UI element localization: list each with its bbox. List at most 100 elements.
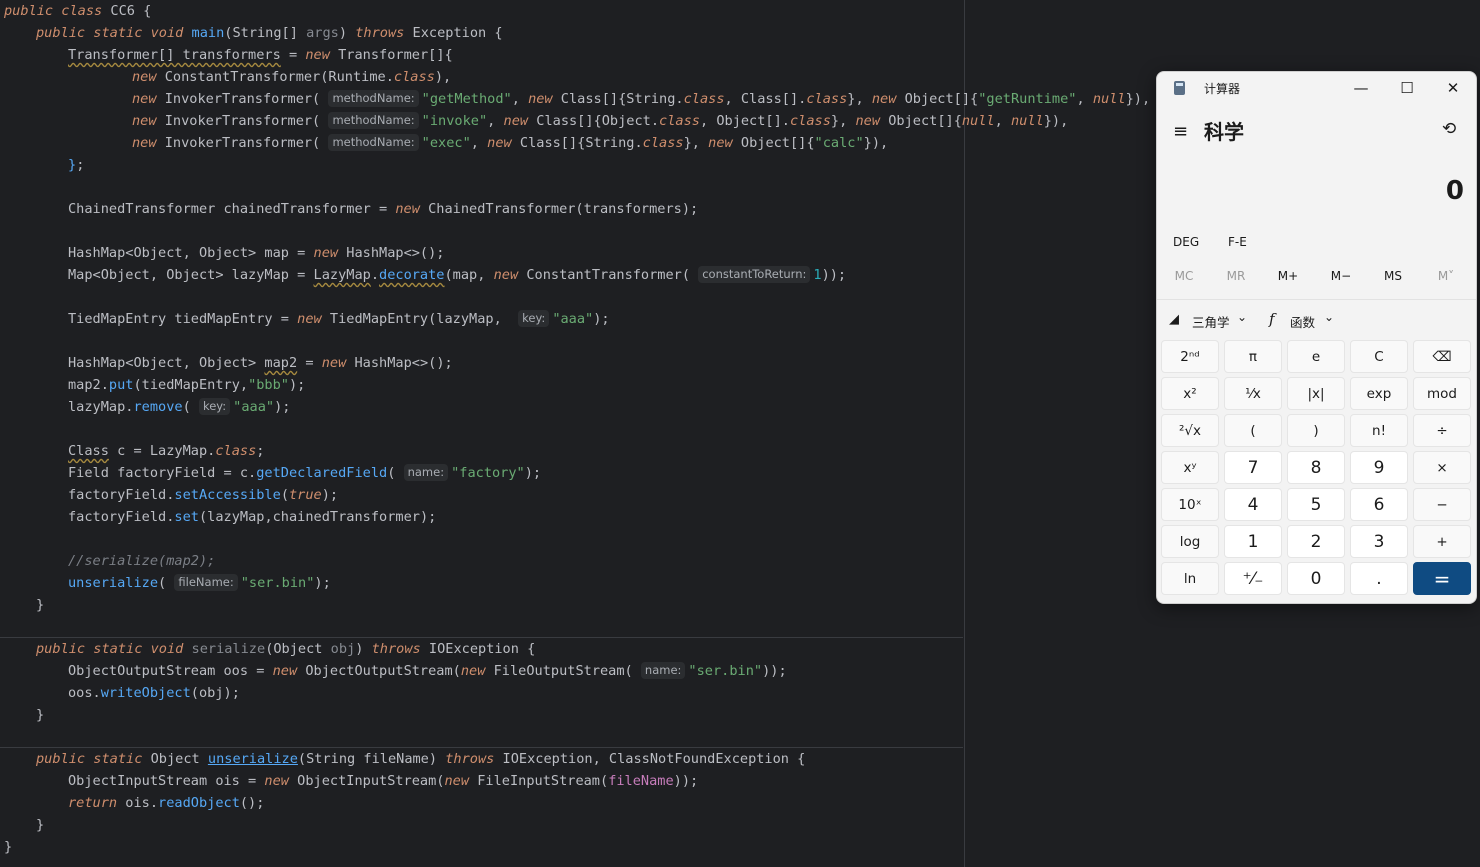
mode-title: 科学 — [1204, 120, 1244, 144]
code-line[interactable]: public class CC6 { — [4, 0, 151, 22]
ln-button[interactable]: ln — [1161, 562, 1219, 595]
code-line[interactable]: new InvokerTransformer( methodName: "invo… — [132, 110, 1068, 132]
digit-4-button[interactable]: 4 — [1224, 488, 1282, 521]
param-hint: constantToReturn: — [698, 266, 811, 283]
window-title: 计算器 — [1204, 82, 1241, 96]
memory-list-button[interactable]: M˅ — [1420, 269, 1472, 283]
code-line[interactable]: } — [4, 836, 12, 858]
digit-2-button[interactable]: 2 — [1287, 525, 1345, 558]
digit-8-button[interactable]: 8 — [1287, 451, 1345, 484]
code-line[interactable]: factoryField.set(lazyMap,chainedTransfor… — [68, 506, 436, 528]
code-line[interactable]: HashMap<Object, Object> map = new HashMa… — [68, 242, 445, 264]
result-display: 0 — [1445, 176, 1464, 206]
memory-clear-button[interactable]: MC — [1158, 269, 1210, 283]
code-line[interactable]: ChainedTransformer chainedTransformer = … — [68, 198, 698, 220]
code-line[interactable]: public static void serialize(Object obj)… — [36, 638, 535, 660]
function-dropdown[interactable]: 函数 — [1290, 312, 1315, 331]
absolute-button[interactable]: |x| — [1287, 377, 1345, 410]
divide-button[interactable]: ÷ — [1413, 414, 1471, 447]
calculator-window[interactable]: 计算器 — ☐ ✕ ≡ 科学 ⟲ 0 DEG F-E MC MR M+ M− M… — [1156, 71, 1477, 604]
code-line[interactable]: factoryField.setAccessible(true); — [68, 484, 338, 506]
ten-power-button[interactable]: 10ˣ — [1161, 488, 1219, 521]
code-line[interactable]: ObjectInputStream ois = new ObjectInputS… — [68, 770, 698, 792]
memory-recall-button[interactable]: MR — [1210, 269, 1262, 283]
code-line[interactable]: lazyMap.remove( key: "aaa"); — [68, 396, 290, 418]
close-paren-button[interactable]: ) — [1287, 414, 1345, 447]
code-line[interactable]: } — [36, 594, 44, 616]
code-line[interactable]: TiedMapEntry tiedMapEntry = new TiedMapE… — [68, 308, 610, 330]
memory-add-button[interactable]: M+ — [1262, 269, 1314, 283]
chevron-down-icon: ⌄ — [1237, 310, 1248, 324]
subtract-button[interactable]: − — [1413, 488, 1471, 521]
angle-unit-button[interactable]: DEG — [1173, 235, 1199, 249]
open-paren-button[interactable]: ( — [1224, 414, 1282, 447]
code-line[interactable]: new ConstantTransformer(Runtime.class), — [132, 66, 451, 88]
equals-button[interactable]: = — [1413, 562, 1471, 595]
maximize-button[interactable]: ☐ — [1384, 76, 1430, 100]
negate-button[interactable]: ⁺⁄₋ — [1224, 562, 1282, 595]
param-hint: methodName: — [328, 112, 419, 129]
code-line[interactable]: HashMap<Object, Object> map2 = new HashM… — [68, 352, 453, 374]
code-line[interactable]: ObjectOutputStream oos = new ObjectOutpu… — [68, 660, 787, 682]
code-line[interactable]: }; — [68, 154, 84, 176]
memory-store-button[interactable]: MS — [1367, 269, 1419, 283]
decimal-button[interactable]: . — [1350, 562, 1408, 595]
reciprocal-button[interactable]: ¹⁄x — [1224, 377, 1282, 410]
param-hint: methodName: — [328, 134, 419, 151]
code-line[interactable]: return ois.readObject(); — [68, 792, 264, 814]
fe-button[interactable]: F-E — [1228, 235, 1247, 249]
digit-5-button[interactable]: 5 — [1287, 488, 1345, 521]
add-button[interactable]: + — [1413, 525, 1471, 558]
memory-subtract-button[interactable]: M− — [1315, 269, 1367, 283]
param-hint: key: — [518, 310, 550, 327]
digit-0-button[interactable]: 0 — [1287, 562, 1345, 595]
code-line[interactable]: oos.writeObject(obj); — [68, 682, 240, 704]
pi-button[interactable]: π — [1224, 340, 1282, 373]
trig-dropdown[interactable]: 三角学 — [1192, 312, 1230, 331]
history-icon[interactable]: ⟲ — [1442, 119, 1456, 139]
divider — [1157, 299, 1476, 300]
code-line[interactable]: unserialize( fileName: "ser.bin"); — [68, 572, 331, 594]
code-line[interactable]: map2.put(tiedMapEntry,"bbb"); — [68, 374, 305, 396]
code-line[interactable]: Map<Object, Object> lazyMap = LazyMap.de… — [68, 264, 846, 286]
code-line[interactable]: //serialize(map2); — [68, 550, 215, 572]
param-hint: key: — [198, 398, 231, 415]
digit-1-button[interactable]: 1 — [1224, 525, 1282, 558]
log-button[interactable]: log — [1161, 525, 1219, 558]
title-bar[interactable]: 计算器 — ☐ ✕ — [1157, 72, 1476, 104]
code-line[interactable]: new InvokerTransformer( methodName: "getM… — [132, 88, 1150, 110]
square-button[interactable]: x² — [1161, 377, 1219, 410]
clear-button[interactable]: C — [1350, 340, 1408, 373]
mod-button[interactable]: mod — [1413, 377, 1471, 410]
digit-9-button[interactable]: 9 — [1350, 451, 1408, 484]
digit-6-button[interactable]: 6 — [1350, 488, 1408, 521]
code-line[interactable]: } — [36, 704, 44, 726]
factorial-button[interactable]: n! — [1350, 414, 1408, 447]
e-button[interactable]: e — [1287, 340, 1345, 373]
square-root-button[interactable]: ²√x — [1161, 414, 1219, 447]
code-line[interactable]: Transformer[] transformers = new Transfo… — [68, 44, 453, 66]
code-line[interactable]: new InvokerTransformer( methodName: "exec… — [132, 132, 888, 154]
param-hint: name: — [403, 464, 449, 481]
exp-button[interactable]: exp — [1350, 377, 1408, 410]
trig-icon: ◢ — [1169, 312, 1179, 327]
param-hint: methodName: — [328, 90, 419, 107]
code-line[interactable]: public static void main(String[] args) t… — [36, 22, 503, 44]
second-function-button[interactable]: 2ⁿᵈ — [1161, 340, 1219, 373]
close-button[interactable]: ✕ — [1430, 76, 1476, 100]
code-line[interactable]: Field factoryField = c.getDeclaredField(… — [68, 462, 541, 484]
multiply-button[interactable]: × — [1413, 451, 1471, 484]
digit-3-button[interactable]: 3 — [1350, 525, 1408, 558]
function-icon: f — [1269, 310, 1275, 328]
param-hint: fileName: — [174, 574, 238, 591]
param-hint: name: — [640, 662, 686, 679]
code-line[interactable]: } — [36, 814, 44, 836]
power-button[interactable]: xʸ — [1161, 451, 1219, 484]
minimize-button[interactable]: — — [1338, 76, 1384, 100]
hamburger-menu-icon[interactable]: ≡ — [1173, 121, 1188, 142]
code-line[interactable]: Class c = LazyMap.class; — [68, 440, 264, 462]
digit-7-button[interactable]: 7 — [1224, 451, 1282, 484]
backspace-button[interactable]: ⌫ — [1413, 340, 1471, 373]
chevron-down-icon: ⌄ — [1324, 310, 1335, 324]
code-line[interactable]: public static Object unserialize(String … — [36, 748, 805, 770]
